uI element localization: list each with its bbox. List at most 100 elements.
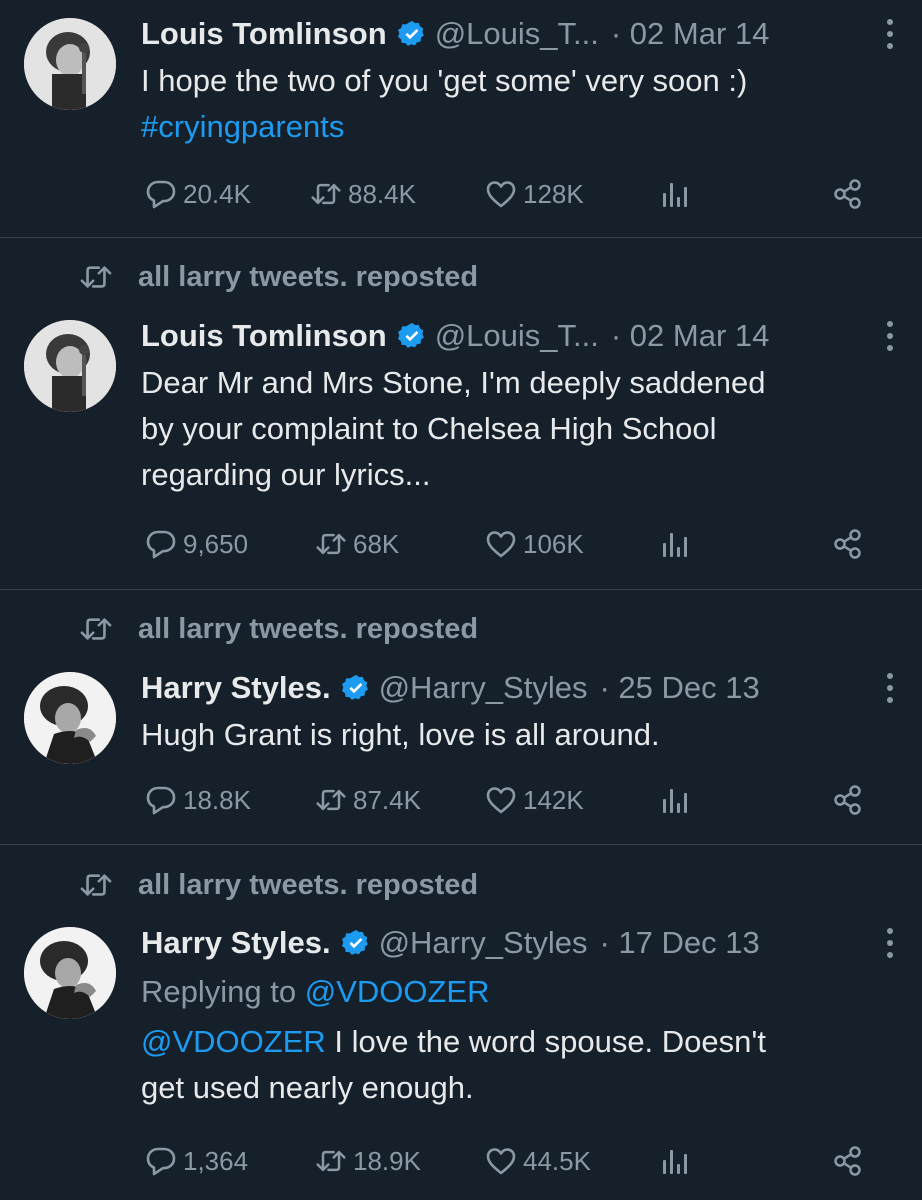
like-icon xyxy=(485,528,517,560)
avatar[interactable] xyxy=(24,927,116,1019)
reposted-by-label: all larry tweets. reposted xyxy=(138,612,479,645)
repost-button[interactable]: 18.9K xyxy=(315,1141,421,1181)
replying-to-label: Replying to xyxy=(141,974,297,1009)
repost-icon xyxy=(78,614,114,644)
author-name[interactable]: Louis Tomlinson xyxy=(141,16,387,52)
tweet-text: I hope the two of you 'get some' very so… xyxy=(141,58,901,150)
more-options-icon[interactable] xyxy=(878,318,902,354)
share-button[interactable] xyxy=(833,1141,863,1181)
like-icon xyxy=(485,178,517,210)
repost-indicator[interactable]: all larry tweets. reposted xyxy=(78,865,478,905)
share-button[interactable] xyxy=(833,174,863,214)
more-options-icon[interactable] xyxy=(878,16,902,52)
repost-count: 68K xyxy=(353,528,400,559)
repost-icon xyxy=(315,528,347,560)
views-icon xyxy=(660,785,690,815)
repost-icon xyxy=(315,1145,347,1177)
author-name[interactable]: Harry Styles. xyxy=(141,670,331,706)
tweet-date[interactable]: · 17 Dec 13 xyxy=(599,925,759,961)
share-icon xyxy=(833,179,863,209)
like-button[interactable]: 142K xyxy=(485,780,584,820)
repost-button[interactable]: 68K xyxy=(315,524,399,564)
reply-button[interactable]: 18.8K xyxy=(145,780,251,820)
views-button[interactable] xyxy=(660,174,696,214)
repost-count: 87.4K xyxy=(353,784,421,815)
replying-to-line: Replying to @VDOOZER xyxy=(141,969,901,1015)
author-name[interactable]: Harry Styles. xyxy=(141,925,331,961)
verified-badge-icon xyxy=(341,928,371,958)
share-button[interactable] xyxy=(833,780,863,820)
mention-link[interactable]: @VDOOZER xyxy=(141,1024,326,1059)
views-button[interactable] xyxy=(660,780,696,820)
hashtag-link[interactable]: #cryingparents xyxy=(141,104,901,150)
tweet-feed: Louis Tomlinson @Louis_T... · 02 Mar 14 … xyxy=(0,0,922,1200)
tweet-text-line: Hugh Grant is right, love is all around. xyxy=(141,717,660,752)
reposted-by-label: all larry tweets. reposted xyxy=(138,260,479,293)
avatar[interactable] xyxy=(24,320,116,412)
author-handle[interactable]: @Louis_T... xyxy=(435,16,599,52)
reply-icon xyxy=(145,1145,177,1177)
tweet-actions: 9,650 68K 106K xyxy=(145,524,875,564)
reply-button[interactable]: 1,364 xyxy=(145,1141,248,1181)
author-name[interactable]: Louis Tomlinson xyxy=(141,318,387,354)
verified-badge-icon xyxy=(341,673,371,703)
replying-to-link[interactable]: @VDOOZER xyxy=(305,974,490,1009)
reply-button[interactable]: 9,650 xyxy=(145,524,248,564)
more-options-icon[interactable] xyxy=(878,670,902,706)
reposted-by-label: all larry tweets. reposted xyxy=(138,868,479,901)
repost-icon xyxy=(310,178,342,210)
louis-avatar-icon xyxy=(24,320,116,412)
like-icon xyxy=(485,784,517,816)
tweet-text-line: regarding our lyrics... xyxy=(141,457,431,492)
avatar[interactable] xyxy=(24,672,116,764)
repost-indicator[interactable]: all larry tweets. reposted xyxy=(78,609,478,649)
tweet-text: Dear Mr and Mrs Stone, I'm deeply sadden… xyxy=(141,360,901,498)
like-count: 128K xyxy=(523,178,584,209)
repost-count: 18.9K xyxy=(353,1145,421,1176)
repost-button[interactable]: 87.4K xyxy=(315,780,421,820)
tweet-text-line: get used nearly enough. xyxy=(141,1070,474,1105)
tweet-date[interactable]: · 02 Mar 14 xyxy=(611,318,770,354)
tweet-text-line: @VDOOZER I love the word spouse. Doesn't xyxy=(141,1019,901,1065)
reply-icon xyxy=(145,178,177,210)
author-handle[interactable]: @Louis_T... xyxy=(435,318,599,354)
like-count: 142K xyxy=(523,784,584,815)
views-button[interactable] xyxy=(660,1141,696,1181)
views-button[interactable] xyxy=(660,524,696,564)
tweet[interactable]: all larry tweets. reposted Harry Styles.… xyxy=(0,845,922,1200)
repost-indicator[interactable]: all larry tweets. reposted xyxy=(78,257,478,297)
tweet-date[interactable]: · 02 Mar 14 xyxy=(611,16,770,52)
tweet-header: Louis Tomlinson @Louis_T... · 02 Mar 14 xyxy=(141,314,902,358)
tweet[interactable]: all larry tweets. reposted Harry Styles.… xyxy=(0,590,922,843)
avatar[interactable] xyxy=(24,18,116,110)
like-count: 44.5K xyxy=(523,1145,591,1176)
share-icon xyxy=(833,785,863,815)
repost-count: 88.4K xyxy=(348,178,416,209)
tweet-header: Harry Styles. @Harry_Styles · 17 Dec 13 xyxy=(141,921,902,965)
repost-button[interactable]: 88.4K xyxy=(310,174,416,214)
like-button[interactable]: 106K xyxy=(485,524,584,564)
author-handle[interactable]: @Harry_Styles xyxy=(379,670,588,706)
views-icon xyxy=(660,1146,690,1176)
tweet-text: Hugh Grant is right, love is all around. xyxy=(141,712,901,758)
tweet-text: Replying to @VDOOZER @VDOOZER I love the… xyxy=(141,969,901,1111)
reply-icon xyxy=(145,784,177,816)
more-options-icon[interactable] xyxy=(878,925,902,961)
reply-count: 20.4K xyxy=(183,178,251,209)
like-count: 106K xyxy=(523,528,584,559)
reply-button[interactable]: 20.4K xyxy=(145,174,251,214)
like-button[interactable]: 128K xyxy=(485,174,584,214)
tweet-text-line: I hope the two of you 'get some' very so… xyxy=(141,63,748,98)
views-icon xyxy=(660,529,690,559)
share-button[interactable] xyxy=(833,524,863,564)
harry-avatar-icon xyxy=(24,672,116,764)
like-button[interactable]: 44.5K xyxy=(485,1141,591,1181)
share-icon xyxy=(833,529,863,559)
tweet-date[interactable]: · 25 Dec 13 xyxy=(599,670,759,706)
views-icon xyxy=(660,179,690,209)
tweet[interactable]: all larry tweets. reposted Louis Tomlins… xyxy=(0,238,922,588)
tweet-actions: 1,364 18.9K 44.5K xyxy=(145,1141,875,1181)
tweet[interactable]: Louis Tomlinson @Louis_T... · 02 Mar 14 … xyxy=(0,0,922,236)
author-handle[interactable]: @Harry_Styles xyxy=(379,925,588,961)
reply-count: 9,650 xyxy=(183,528,249,559)
